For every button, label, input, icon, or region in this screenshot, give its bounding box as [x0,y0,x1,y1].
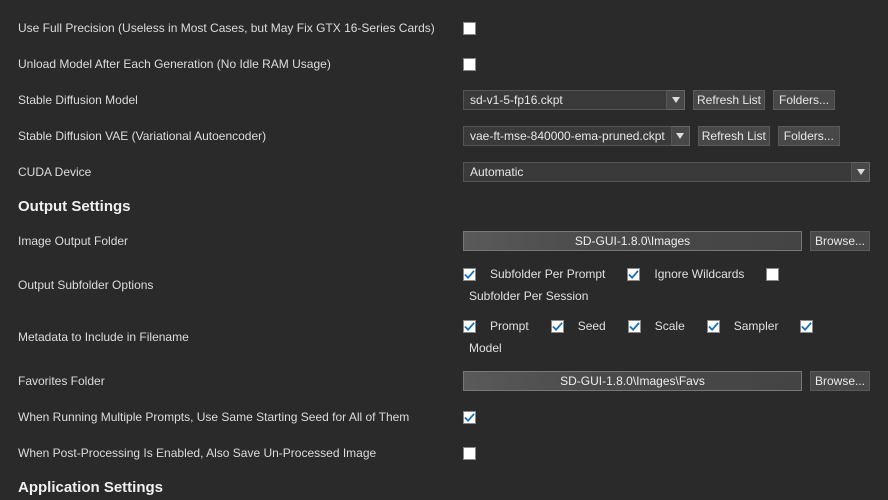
cuda-device-label: CUDA Device [18,165,463,179]
unload-model-label: Unload Model After Each Generation (No I… [18,57,463,71]
favorites-folder-label: Favorites Folder [18,374,463,388]
option-checkbox[interactable] [766,268,779,281]
option-label: Seed [578,319,606,333]
option-checkbox[interactable] [627,268,640,281]
metadata-filename-group: Prompt Seed Scale Sampler Model [463,319,870,355]
full-precision-label: Use Full Precision (Useless in Most Case… [18,21,463,35]
option-checkbox[interactable] [800,320,813,333]
output-folder-browse-button[interactable]: Browse... [810,231,870,251]
option-checkbox[interactable] [628,320,641,333]
option-checkbox[interactable] [551,320,564,333]
sd-vae-dropdown-toggle[interactable] [672,126,690,146]
sd-vae-folders-button[interactable]: Folders... [778,126,840,146]
sd-model-dropdown[interactable]: sd-v1-5-fp16.ckpt [463,90,667,110]
subfolder-options-group: Subfolder Per Prompt Ignore Wildcards Subf… [463,267,870,303]
sd-model-folders-button[interactable]: Folders... [773,90,835,110]
sd-vae-dropdown[interactable]: vae-ft-mse-840000-ema-pruned.ckpt [463,126,672,146]
sd-model-label: Stable Diffusion Model [18,93,463,107]
sd-vae-refresh-button[interactable]: Refresh List [698,126,770,146]
save-unprocessed-checkbox[interactable] [463,447,476,460]
option-label: Model [469,341,502,355]
sd-model-dropdown-toggle[interactable] [667,90,685,110]
favorites-folder-browse-button[interactable]: Browse... [810,371,870,391]
option-checkbox[interactable] [707,320,720,333]
save-unprocessed-label: When Post-Processing Is Enabled, Also Sa… [18,446,463,460]
output-folder-path[interactable]: SD-GUI-1.8.0\Images [463,231,802,251]
subfolder-options-label: Output Subfolder Options [18,278,463,292]
cuda-device-dropdown[interactable]: Automatic [463,162,852,182]
cuda-device-dropdown-toggle[interactable] [852,162,870,182]
same-seed-label: When Running Multiple Prompts, Use Same … [18,410,463,424]
output-folder-label: Image Output Folder [18,234,463,248]
option-label: Subfolder Per Prompt [490,267,605,281]
application-settings-heading: Application Settings [18,479,870,496]
metadata-filename-label: Metadata to Include in Filename [18,330,463,344]
sd-vae-label: Stable Diffusion VAE (Variational Autoen… [18,129,463,143]
option-label: Sampler [734,319,779,333]
chevron-down-icon [672,97,680,103]
unload-model-checkbox[interactable] [463,58,476,71]
option-label: Ignore Wildcards [654,267,744,281]
output-settings-heading: Output Settings [18,198,870,215]
chevron-down-icon [676,133,684,139]
option-label: Scale [655,319,685,333]
full-precision-checkbox[interactable] [463,22,476,35]
sd-model-refresh-button[interactable]: Refresh List [693,90,765,110]
same-seed-checkbox[interactable] [463,411,476,424]
favorites-folder-path[interactable]: SD-GUI-1.8.0\Images\Favs [463,371,802,391]
option-checkbox[interactable] [463,268,476,281]
option-checkbox[interactable] [463,320,476,333]
chevron-down-icon [857,169,865,175]
option-label: Subfolder Per Session [469,289,588,303]
option-label: Prompt [490,319,529,333]
